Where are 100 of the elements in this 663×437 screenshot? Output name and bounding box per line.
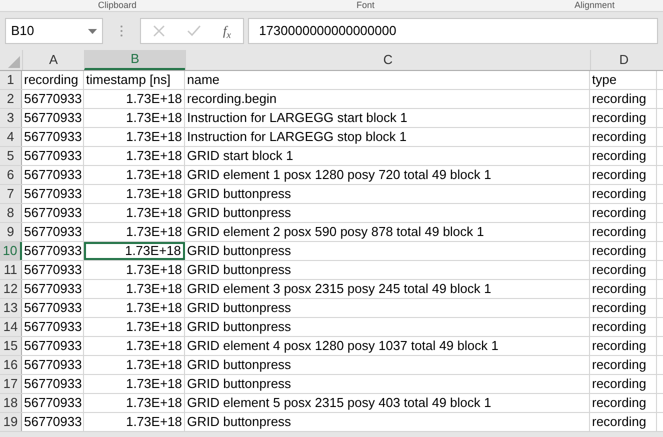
table-cell: 1.73E+18 xyxy=(84,204,185,222)
table-cell: GRID buttonpress xyxy=(185,375,590,393)
row-header[interactable]: 16 xyxy=(0,356,22,374)
row-header[interactable]: 10 xyxy=(0,242,22,260)
table-cell: recording xyxy=(590,166,657,184)
cancel-icon[interactable] xyxy=(153,25,165,37)
table-cell: recording xyxy=(590,356,657,374)
table-cell: name xyxy=(185,71,590,89)
table-cell: recording xyxy=(590,109,657,127)
table-cell: GRID element 4 posx 1280 posy 1037 total 49 block 1 xyxy=(185,337,590,355)
table-cell: 1.73E+18 xyxy=(84,280,185,298)
more-options-icon[interactable] xyxy=(120,25,123,37)
table-cell: 1.73E+18 xyxy=(84,90,185,108)
table-cell: 1.73E+18 xyxy=(84,128,185,146)
table-cell: 56770933 xyxy=(22,261,84,279)
table-cell: recording xyxy=(590,147,657,165)
formula-field[interactable]: 1730000000000000000 xyxy=(248,18,658,44)
check-icon[interactable] xyxy=(187,25,201,37)
table-cell: 1.73E+18 xyxy=(84,394,185,412)
table-cell: 56770933 xyxy=(22,204,84,222)
row-header[interactable]: 2 xyxy=(0,90,22,108)
table-cell: 1.73E+18 xyxy=(84,318,185,336)
table-cell: 56770933 xyxy=(22,166,84,184)
table-cell: Instruction for LARGEGG stop block 1 xyxy=(185,128,590,146)
table-cell: 56770933 xyxy=(22,375,84,393)
table-cell: 56770933 xyxy=(22,185,84,203)
table-cell: recording xyxy=(590,280,657,298)
row-header[interactable]: 18 xyxy=(0,394,22,412)
table-cell: 56770933 xyxy=(22,356,84,374)
insert-function-button[interactable]: f$_{x}$ xyxy=(223,21,231,41)
name-box[interactable]: B10 xyxy=(5,18,103,44)
formula-value: 1730000000000000000 xyxy=(258,22,396,40)
ribbon-group-label: Font xyxy=(356,0,375,11)
table-cell: 1.73E+18 xyxy=(84,413,185,431)
ribbon-group-label: Clipboard xyxy=(98,0,137,11)
row-header[interactable]: 11 xyxy=(0,261,22,279)
row-header[interactable]: 8 xyxy=(0,204,22,222)
row-header[interactable]: 13 xyxy=(0,299,22,317)
row-header[interactable]: 3 xyxy=(0,109,22,127)
column-header[interactable]: D xyxy=(590,50,657,70)
table-cell: Instruction for LARGEGG start block 1 xyxy=(185,109,590,127)
row-header[interactable]: 15 xyxy=(0,337,22,355)
column-header[interactable]: B xyxy=(84,50,185,70)
table-cell: recording xyxy=(590,90,657,108)
table-cell: 56770933 xyxy=(22,109,84,127)
table-cell: GRID buttonpress xyxy=(185,318,590,336)
table-cell: recording.begin xyxy=(185,90,590,108)
table-cell: GRID buttonpress xyxy=(185,413,590,431)
table-cell: 56770933 xyxy=(22,90,84,108)
table-cell: 56770933 xyxy=(22,147,84,165)
row-header[interactable]: 14 xyxy=(0,318,22,336)
row-header[interactable]: 7 xyxy=(0,185,22,203)
table-cell: 1.73E+18 xyxy=(84,261,185,279)
table-cell: GRID buttonpress xyxy=(185,204,590,222)
table-cell: GRID buttonpress xyxy=(185,261,590,279)
ribbon-group-label: Alignment xyxy=(574,0,615,11)
table-cell: 1.73E+18 xyxy=(84,166,185,184)
table-cell: GRID buttonpress xyxy=(185,242,590,260)
row-header[interactable]: 17 xyxy=(0,375,22,393)
table-cell: 56770933 xyxy=(22,299,84,317)
table-cell: 56770933 xyxy=(22,128,84,146)
table-cell: recording xyxy=(590,185,657,203)
table-cell: GRID element 3 posx 2315 posy 245 total 49 block 1 xyxy=(185,280,590,298)
table-cell: GRID buttonpress xyxy=(185,299,590,317)
table-cell: recording xyxy=(590,204,657,222)
table-cell: GRID element 1 posx 1280 posy 720 total 49 block 1 xyxy=(185,166,590,184)
table-cell: recording xyxy=(590,223,657,241)
row-header[interactable]: 6 xyxy=(0,166,22,184)
row-header[interactable]: 9 xyxy=(0,223,22,241)
table-cell: 1.73E+18 xyxy=(84,185,185,203)
row-header[interactable]: 4 xyxy=(0,128,22,146)
table-cell: 1.73E+18 xyxy=(84,375,185,393)
table-cell: recording xyxy=(590,318,657,336)
table-cell: 1.73E+18 xyxy=(84,356,185,374)
table-cell: recording xyxy=(590,128,657,146)
column-header[interactable]: C xyxy=(185,50,590,70)
table-cell: 56770933 xyxy=(22,318,84,336)
table-cell: recording xyxy=(590,261,657,279)
cell-reference: B10 xyxy=(11,22,34,40)
table-cell: recording xyxy=(590,375,657,393)
row-header[interactable]: 19 xyxy=(0,413,22,431)
table-cell: 1.73E+18 xyxy=(84,242,185,260)
table-cell: recording xyxy=(590,337,657,355)
table-cell: 1.73E+18 xyxy=(84,147,185,165)
table-cell: recording xyxy=(590,394,657,412)
row-header[interactable]: 1 xyxy=(0,71,22,89)
table-cell: recording xyxy=(590,299,657,317)
table-cell: GRID start block 1 xyxy=(185,147,590,165)
table-cell: recording xyxy=(590,242,657,260)
table-cell: recording xyxy=(590,413,657,431)
corner-triangle-icon xyxy=(8,56,20,68)
table-cell: 56770933 xyxy=(22,394,84,412)
table-cell: 56770933 xyxy=(22,337,84,355)
table-cell: GRID element 2 posx 590 posy 878 total 49 block 1 xyxy=(185,223,590,241)
row-header[interactable]: 12 xyxy=(0,280,22,298)
table-cell: 56770933 xyxy=(22,413,84,431)
dropdown-icon xyxy=(88,28,97,34)
table-cell: recording xyxy=(22,71,84,89)
row-header[interactable]: 5 xyxy=(0,147,22,165)
table-cell: 1.73E+18 xyxy=(84,337,185,355)
